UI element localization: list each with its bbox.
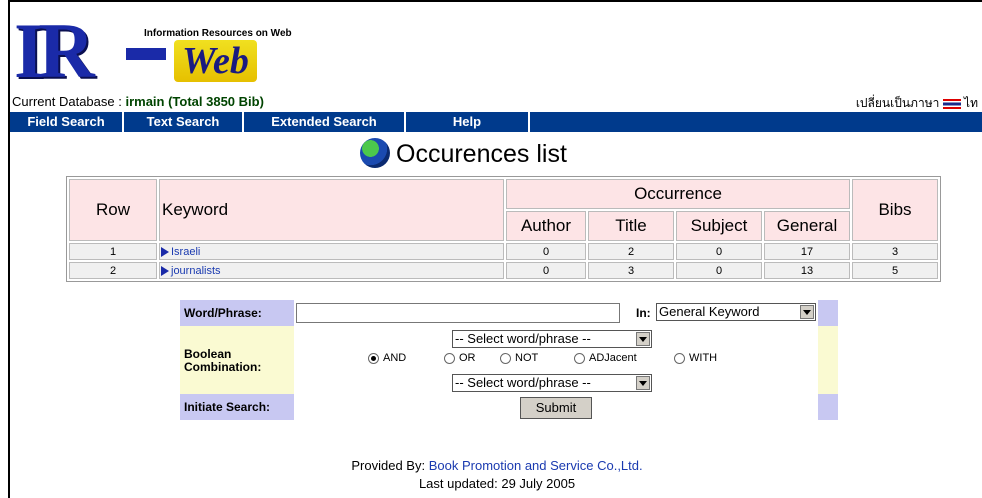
header-occurrence: Occurrence [506, 179, 850, 209]
current-database-line: Current Database : irmain (Total 3850 Bi… [12, 94, 264, 109]
cell-subject: 0 [676, 262, 762, 279]
form-side-cell [818, 300, 838, 326]
radio-not[interactable]: NOT [500, 352, 538, 364]
search-field-select[interactable]: General Keyword [656, 303, 816, 321]
footer-last-updated: Last updated: 29 July 2005 [418, 476, 576, 491]
word-phrase-input[interactable] [296, 303, 620, 323]
cell-keyword: Israeli [159, 243, 504, 260]
radio-button-icon [574, 352, 585, 364]
cell-bibs: 3 [852, 243, 938, 260]
keyword-link-israeli[interactable]: Israeli [171, 246, 200, 258]
thai-flag-icon [942, 98, 961, 109]
radio-or-label: OR [459, 352, 476, 364]
chevron-down-icon [636, 332, 650, 346]
radio-and-label: AND [383, 352, 407, 364]
boolean-label-line1: Boolean [184, 347, 232, 361]
header-author: Author [506, 211, 586, 241]
submit-button[interactable]: Submit [520, 397, 592, 419]
cell-author: 0 [506, 262, 586, 279]
radio-adjacent[interactable]: ADJacent [574, 352, 637, 364]
nav-text-search[interactable]: Text Search [124, 112, 244, 132]
chevron-down-icon [800, 305, 814, 319]
cell-title: 3 [588, 262, 674, 279]
globe-icon [360, 138, 390, 168]
language-switch-label: เปลี่ยนเป็นภาษา [855, 96, 940, 110]
arrow-right-icon [161, 246, 169, 257]
cell-subject: 0 [676, 243, 762, 260]
cell-general: 13 [764, 262, 850, 279]
boolean-word-select-bottom-value: -- Select word/phrase -- [455, 375, 591, 390]
page-title-text: Occurences list [396, 140, 567, 168]
initiate-search-label: Initiate Search: [180, 394, 294, 420]
page-frame: IR Information Resources on Web Web Curr… [8, 0, 982, 498]
radio-button-icon [674, 352, 685, 364]
main-nav-bar: Field Search Text Search Extended Search… [10, 112, 982, 132]
form-side-cell [818, 326, 838, 394]
header-subject: Subject [676, 211, 762, 241]
occurrences-table: Row Keyword Occurrence Bibs Author Title… [66, 176, 941, 282]
search-field-select-value: General Keyword [659, 304, 760, 319]
logo-dash [126, 48, 166, 60]
boolean-word-select-bottom[interactable]: -- Select word/phrase -- [452, 374, 652, 392]
chevron-down-icon [636, 376, 650, 390]
cell-row: 1 [69, 243, 157, 260]
radio-button-icon [368, 352, 379, 364]
boolean-combination-label: Boolean Combination: [180, 326, 294, 394]
radio-not-label: NOT [515, 352, 539, 364]
boolean-word-select-top-value: -- Select word/phrase -- [455, 331, 591, 346]
table-row: 1 Israeli 0 2 0 17 3 [69, 243, 938, 260]
header-title: Title [588, 211, 674, 241]
word-phrase-label: Word/Phrase: [180, 300, 294, 326]
provided-by-label: Provided By: [351, 458, 426, 473]
in-label: In: [636, 306, 651, 320]
database-label: Current Database : [12, 94, 122, 109]
radio-or[interactable]: OR [444, 352, 476, 364]
ir-web-logo: IR Information Resources on Web Web [14, 6, 344, 94]
logo-web-text: Web [174, 40, 257, 82]
boolean-word-select-top[interactable]: -- Select word/phrase -- [452, 330, 652, 348]
radio-and[interactable]: AND [368, 352, 406, 364]
table-row: 2 journalists 0 3 0 13 5 [69, 262, 938, 279]
top-border [10, 0, 982, 2]
cell-row: 2 [69, 262, 157, 279]
form-side-cell [818, 394, 838, 420]
cell-author: 0 [506, 243, 586, 260]
radio-button-icon [444, 352, 455, 364]
search-form: Word/Phrase: Boolean Combination: Initia… [180, 300, 838, 422]
language-switch-suffix: ไท [964, 96, 978, 110]
provider-link[interactable]: Book Promotion and Service Co.,Ltd. [429, 458, 643, 473]
arrow-right-icon [161, 265, 169, 276]
keyword-link-journalists[interactable]: journalists [171, 265, 221, 277]
nav-help[interactable]: Help [406, 112, 530, 132]
radio-with-label: WITH [689, 352, 718, 364]
cell-general: 17 [764, 243, 850, 260]
cell-title: 2 [588, 243, 674, 260]
header-bibs: Bibs [852, 179, 938, 241]
database-value: irmain (Total 3850 Bib) [125, 94, 264, 109]
cell-keyword: journalists [159, 262, 504, 279]
nav-field-search[interactable]: Field Search [10, 112, 124, 132]
nav-extended-search[interactable]: Extended Search [244, 112, 406, 132]
logo-tagline: Information Resources on Web [144, 28, 292, 39]
logo-ir-text: IR [14, 7, 95, 94]
boolean-label-line2: Combination: [184, 360, 262, 374]
cell-bibs: 5 [852, 262, 938, 279]
header-general: General [764, 211, 850, 241]
header-keyword: Keyword [159, 179, 504, 241]
radio-with[interactable]: WITH [674, 352, 717, 364]
footer-provided-by: Provided By: Book Promotion and Service … [10, 458, 982, 473]
radio-button-icon [500, 352, 511, 364]
radio-adjacent-label: ADJacent [589, 352, 637, 364]
language-switch-link[interactable]: เปลี่ยนเป็นภาษา ไท [856, 94, 978, 113]
header-row: Row [69, 179, 157, 241]
